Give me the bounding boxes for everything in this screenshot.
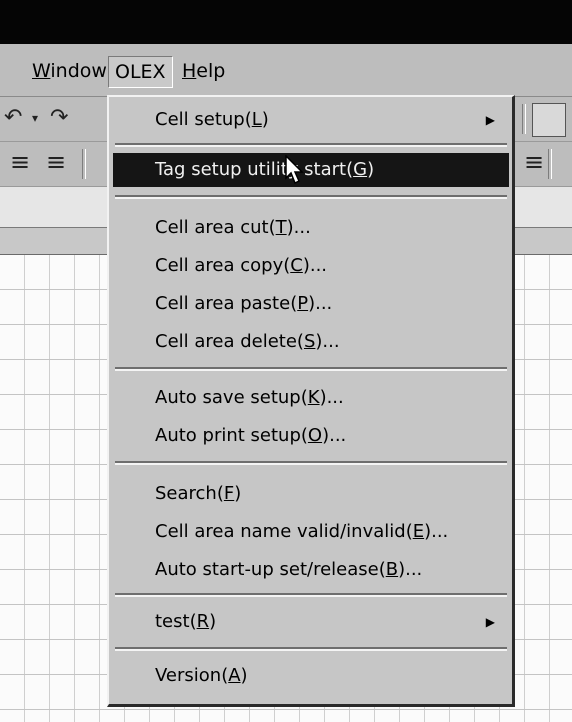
menu-olex[interactable]: OLEX [108, 56, 173, 88]
menu-item-cell-setup[interactable]: Cell setup(L) ▶ [113, 103, 509, 137]
undo-dropdown-icon[interactable]: ▾ [32, 111, 38, 125]
menu-separator [115, 195, 507, 199]
menu-item-cell-area-name-valid-invalid[interactable]: Cell area name valid/invalid(E)... [113, 515, 509, 549]
align-left-icon[interactable]: ≡ [10, 148, 30, 176]
mouse-pointer-icon [285, 155, 304, 185]
submenu-arrow-icon: ▶ [485, 615, 495, 629]
olex-dropdown-menu: Cell setup(L) ▶ Tag setup utility start(G… [107, 95, 515, 707]
menu-separator [115, 461, 507, 465]
menu-item-cell-area-copy[interactable]: Cell area copy(C)... [113, 249, 509, 283]
toolbar-separator [522, 104, 526, 134]
menu-item-auto-print-setup[interactable]: Auto print setup(O)... [113, 419, 509, 453]
menu-item-auto-save-setup[interactable]: Auto save setup(K)... [113, 381, 509, 415]
menu-item-cell-area-delete[interactable]: Cell area delete(S)... [113, 325, 509, 359]
toolbar-button-icon[interactable] [532, 103, 566, 137]
menu-item-auto-start-up-set-release[interactable]: Auto start-up set/release(B)... [113, 553, 509, 587]
submenu-arrow-icon: ▶ [485, 113, 495, 127]
menu-separator [115, 143, 507, 147]
toolbar-separator [548, 149, 552, 179]
menu-item-cell-area-paste[interactable]: Cell area paste(P)... [113, 287, 509, 321]
menu-separator [115, 367, 507, 371]
menu-item-version[interactable]: Version(A) [113, 659, 509, 693]
align-right-icon[interactable]: ≡ [524, 148, 544, 176]
align-center-icon[interactable]: ≡ [46, 148, 66, 176]
menu-window[interactable]: Window [26, 56, 113, 86]
menu-item-tag-setup-utility-start[interactable]: Tag setup utility start(G) [113, 153, 509, 187]
menu-bar: Window OLEX Help [0, 44, 572, 97]
menu-item-search[interactable]: Search(F) [113, 477, 509, 511]
menu-separator [115, 593, 507, 597]
undo-icon[interactable]: ↶ [4, 105, 22, 130]
menu-separator [115, 647, 507, 651]
menu-help[interactable]: Help [176, 56, 231, 86]
title-bar [0, 0, 572, 44]
menu-item-test[interactable]: test(R) ▶ [113, 605, 509, 639]
redo-icon[interactable]: ↷ [50, 105, 68, 130]
menu-item-cell-area-cut[interactable]: Cell area cut(T)... [113, 211, 509, 245]
toolbar-separator [82, 149, 86, 179]
